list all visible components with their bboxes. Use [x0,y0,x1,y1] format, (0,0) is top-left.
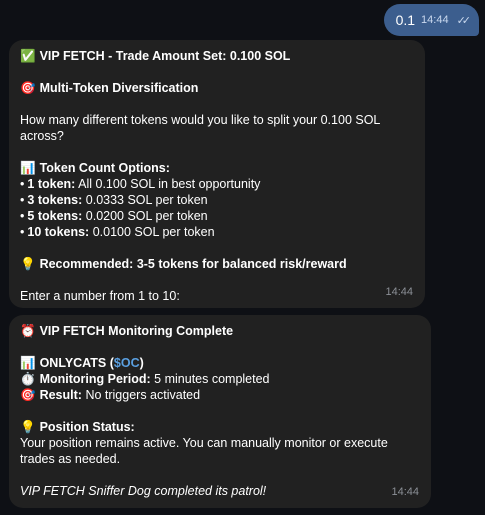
status-text-line-2: trades as needed. [20,452,121,466]
message-time: 14:44 [385,286,413,298]
incoming-message-monitoring[interactable]: ⏰ VIP FETCH Monitoring Complete 📊 ONLYCATS… [9,315,431,508]
stopwatch-icon: ⏱️ [20,372,36,386]
monitoring-period: ⏱️ Monitoring Period: 5 minutes completed [20,372,270,386]
section-heading: 🎯 Multi-Token Diversification [20,81,199,95]
token-line: 📊 ONLYCATS ($OC) [20,356,144,370]
option-item: • 5 tokens: 0.0200 SOL per token [20,209,208,223]
bar-chart-icon: 📊 [20,356,36,370]
message-time: 14:44 [391,486,419,498]
lightbulb-icon: 💡 [20,257,36,271]
option-item: • 1 token: All 0.100 SOL in best opportun… [20,177,261,191]
token-ticker-link[interactable]: $OC [114,356,140,370]
read-receipt-icon: ✓✓ [456,14,472,27]
status-text-line-1: Your position remains active. You can ma… [20,436,388,450]
incoming-message-trade-amount[interactable]: ✅ VIP FETCH - Trade Amount Set: 0.100 SOL… [9,40,425,308]
input-prompt: Enter a number from 1 to 10: [20,289,180,303]
position-status-heading: 💡 Position Status: [20,420,135,434]
message-title: ✅ VIP FETCH - Trade Amount Set: 0.100 SOL [20,49,291,63]
option-item: • 10 tokens: 0.0100 SOL per token [20,225,215,239]
outgoing-message[interactable]: 0.1 14:44 ✓✓ [383,4,479,36]
outgoing-message-time: 14:44 [421,14,449,26]
footer-text: VIP FETCH Sniffer Dog completed its patr… [20,484,267,498]
bar-chart-icon: 📊 [20,161,36,175]
check-icon: ✅ [20,49,36,63]
options-heading: 📊 Token Count Options: [20,161,170,175]
lightbulb-icon: 💡 [20,420,36,434]
alarm-clock-icon: ⏰ [20,324,36,338]
result-line: 🎯 Result: No triggers activated [20,388,201,402]
target-icon: 🎯 [20,81,36,95]
recommendation: 💡 Recommended: 3-5 tokens for balanced ri… [20,257,347,271]
question-text-line-2: across? [20,129,64,143]
message-title: ⏰ VIP FETCH Monitoring Complete [20,324,234,338]
option-item: • 3 tokens: 0.0333 SOL per token [20,193,208,207]
question-text-line-1: How many different tokens would you like… [20,113,381,127]
outgoing-message-text: 0.1 [395,12,416,28]
target-icon: 🎯 [20,388,36,402]
